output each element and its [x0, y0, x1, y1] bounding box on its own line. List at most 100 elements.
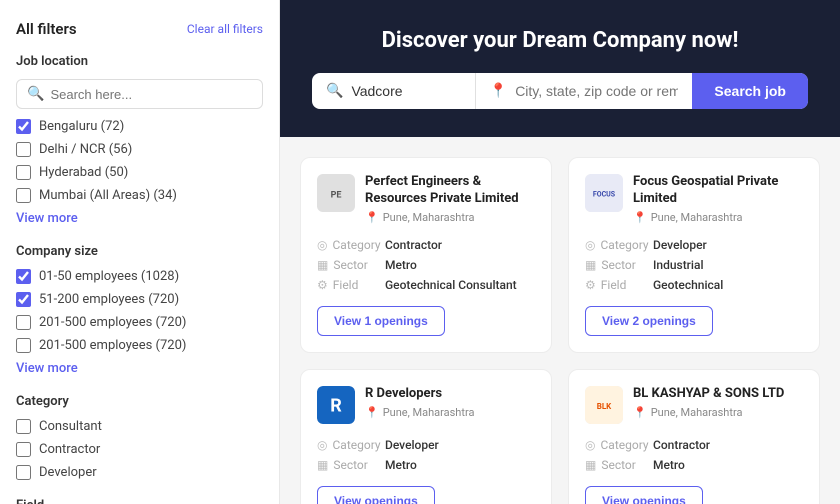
category-label: ◎Category	[317, 438, 377, 452]
location-option-3[interactable]: Mumbai (All Areas) (34)	[16, 188, 263, 203]
location-checkbox-0[interactable]	[16, 119, 31, 134]
company-info: BL KASHYAP & SONS LTD 📍 Pune, Maharashtr…	[633, 386, 784, 419]
company-logo: R	[317, 386, 355, 424]
cat-checkbox-0[interactable]	[16, 419, 31, 434]
company-name: Perfect Engineers & Resources Private Li…	[365, 174, 535, 208]
category-value: Developer	[653, 238, 707, 252]
sector-icon: ▦	[585, 458, 596, 472]
size-option-0[interactable]: 01-50 employees (1028)	[16, 269, 263, 284]
clear-all-button[interactable]: Clear all filters	[187, 22, 263, 36]
pin-icon: 📍	[633, 406, 647, 419]
size-option-3[interactable]: 201-500 employees (720)	[16, 338, 263, 353]
sector-label: ▦Sector	[317, 458, 377, 472]
size-option-2[interactable]: 201-500 employees (720)	[16, 315, 263, 330]
category-label: ◎Category	[585, 238, 645, 252]
category-icon: ◎	[585, 238, 595, 252]
category-label: ◎Category	[317, 238, 377, 252]
company-location: 📍 Pune, Maharashtra	[365, 211, 535, 224]
field-label: ⚙Field	[317, 278, 377, 292]
company-search-icon: 🔍	[326, 83, 343, 99]
field-icon: ⚙	[317, 278, 328, 292]
field-icon: ⚙	[585, 278, 596, 292]
location-checkbox-2[interactable]	[16, 165, 31, 180]
size-checkbox-1[interactable]	[16, 292, 31, 307]
size-option-1[interactable]: 51-200 employees (720)	[16, 292, 263, 307]
location-icon: 📍	[490, 83, 507, 99]
sector-value: Metro	[653, 458, 685, 472]
detail-sector: ▦Sector Industrial	[585, 258, 803, 272]
location-text: Pune, Maharashtra	[383, 211, 475, 224]
card-header: FOCUS Focus Geospatial Private Limited 📍…	[585, 174, 803, 224]
svg-text:BLK: BLK	[597, 402, 612, 411]
view-openings-button[interactable]: View openings	[317, 486, 435, 504]
cat-label-2: Developer	[39, 465, 97, 480]
location-search-box[interactable]: 🔍	[16, 79, 263, 109]
detail-field: ⚙Field Geotechnical Consultant	[317, 278, 535, 292]
company-logo: PE	[317, 174, 355, 212]
cat-option-1[interactable]: Contractor	[16, 442, 263, 457]
field-value: Geotechnical	[653, 278, 723, 292]
location-search-input[interactable]	[515, 83, 678, 99]
company-name: BL KASHYAP & SONS LTD	[633, 386, 784, 403]
cat-checkbox-1[interactable]	[16, 442, 31, 457]
company-location: 📍 Pune, Maharashtra	[633, 406, 784, 419]
company-size-label: Company size	[16, 244, 263, 259]
location-search-input[interactable]	[50, 87, 252, 102]
size-view-more[interactable]: View more	[16, 361, 78, 376]
cat-option-0[interactable]: Consultant	[16, 419, 263, 434]
company-logo: FOCUS	[585, 174, 623, 212]
sector-value: Metro	[385, 258, 417, 272]
cat-option-2[interactable]: Developer	[16, 465, 263, 480]
card-header: PE Perfect Engineers & Resources Private…	[317, 174, 535, 224]
location-label-3: Mumbai (All Areas) (34)	[39, 188, 177, 203]
field-filter: Field	[16, 498, 263, 504]
size-label-1: 51-200 employees (720)	[39, 292, 179, 307]
size-checkbox-3[interactable]	[16, 338, 31, 353]
detail-field: ⚙Field Geotechnical	[585, 278, 803, 292]
company-location: 📍 Pune, Maharashtra	[633, 211, 803, 224]
location-option-2[interactable]: Hyderabad (50)	[16, 165, 263, 180]
size-checkbox-2[interactable]	[16, 315, 31, 330]
company-logo: BLK	[585, 386, 623, 424]
company-size-filter: Company size 01-50 employees (1028) 51-2…	[16, 244, 263, 376]
search-icon: 🔍	[27, 86, 44, 102]
card-details: ◎Category Developer ▦Sector Metro	[317, 438, 535, 472]
field-value: Geotechnical Consultant	[385, 278, 517, 292]
company-info: R Developers 📍 Pune, Maharashtra	[365, 386, 474, 419]
view-openings-button[interactable]: View 1 openings	[317, 306, 445, 336]
category-value: Contractor	[385, 238, 442, 252]
location-text: Pune, Maharashtra	[383, 406, 475, 419]
cat-checkbox-2[interactable]	[16, 465, 31, 480]
category-value: Contractor	[653, 438, 710, 452]
company-card: PE Perfect Engineers & Resources Private…	[300, 157, 552, 353]
detail-category: ◎Category Contractor	[317, 238, 535, 252]
sector-label: ▦Sector	[585, 458, 645, 472]
category-filter-label: Category	[16, 394, 263, 409]
svg-text:PE: PE	[331, 190, 342, 200]
search-job-button[interactable]: Search job	[692, 73, 808, 109]
company-name: R Developers	[365, 386, 474, 403]
cat-label-0: Consultant	[39, 419, 102, 434]
company-info: Focus Geospatial Private Limited 📍 Pune,…	[633, 174, 803, 224]
sidebar: All filters Clear all filters Job locati…	[0, 0, 280, 504]
svg-text:FOCUS: FOCUS	[593, 191, 616, 199]
svg-text:R: R	[330, 395, 342, 416]
card-details: ◎Category Contractor ▦Sector Metro	[585, 438, 803, 472]
location-checkbox-3[interactable]	[16, 188, 31, 203]
location-option-1[interactable]: Delhi / NCR (56)	[16, 142, 263, 157]
sector-icon: ▦	[317, 258, 328, 272]
pin-icon: 📍	[633, 211, 647, 224]
size-checkbox-0[interactable]	[16, 269, 31, 284]
location-view-more[interactable]: View more	[16, 211, 78, 226]
card-header: R R Developers 📍 Pune, Maharashtra	[317, 386, 535, 424]
company-search-input[interactable]	[351, 83, 460, 99]
cat-label-1: Contractor	[39, 442, 100, 457]
category-filter: Category Consultant Contractor Developer	[16, 394, 263, 480]
company-search-wrap: 🔍	[312, 73, 476, 109]
view-openings-button[interactable]: View 2 openings	[585, 306, 713, 336]
field-label: ⚙Field	[585, 278, 645, 292]
location-checkbox-1[interactable]	[16, 142, 31, 157]
location-option-0[interactable]: Bengaluru (72)	[16, 119, 263, 134]
view-openings-button[interactable]: View openings	[585, 486, 703, 504]
company-name: Focus Geospatial Private Limited	[633, 174, 803, 208]
